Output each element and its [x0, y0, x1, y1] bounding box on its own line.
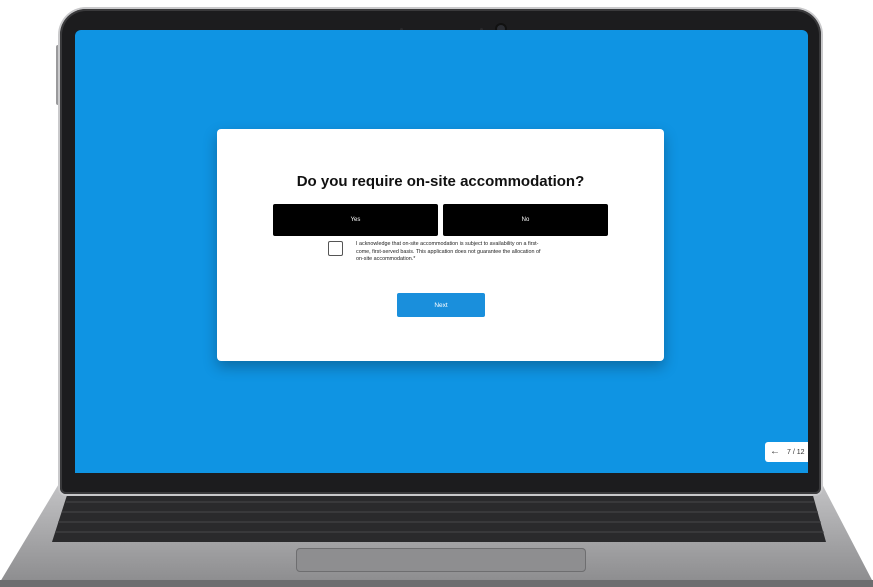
pagination-control: ← 7 / 12 [765, 442, 808, 462]
arrow-left-icon[interactable]: ← [770, 447, 780, 457]
page-counter: 7 / 12 [787, 448, 805, 456]
yes-button[interactable]: Yes [273, 204, 438, 236]
trackpad [296, 548, 586, 572]
laptop-screen: Do you require on-site accommodation? Ye… [75, 30, 808, 473]
next-button[interactable]: Next [397, 293, 485, 317]
acknowledgement-checkbox[interactable] [328, 241, 343, 256]
question-dialog: Do you require on-site accommodation? Ye… [217, 129, 664, 361]
no-button[interactable]: No [443, 204, 608, 236]
question-title: Do you require on-site accommodation? [296, 173, 585, 190]
acknowledgement-text: I acknowledge that on-site accommodation… [356, 241, 541, 263]
